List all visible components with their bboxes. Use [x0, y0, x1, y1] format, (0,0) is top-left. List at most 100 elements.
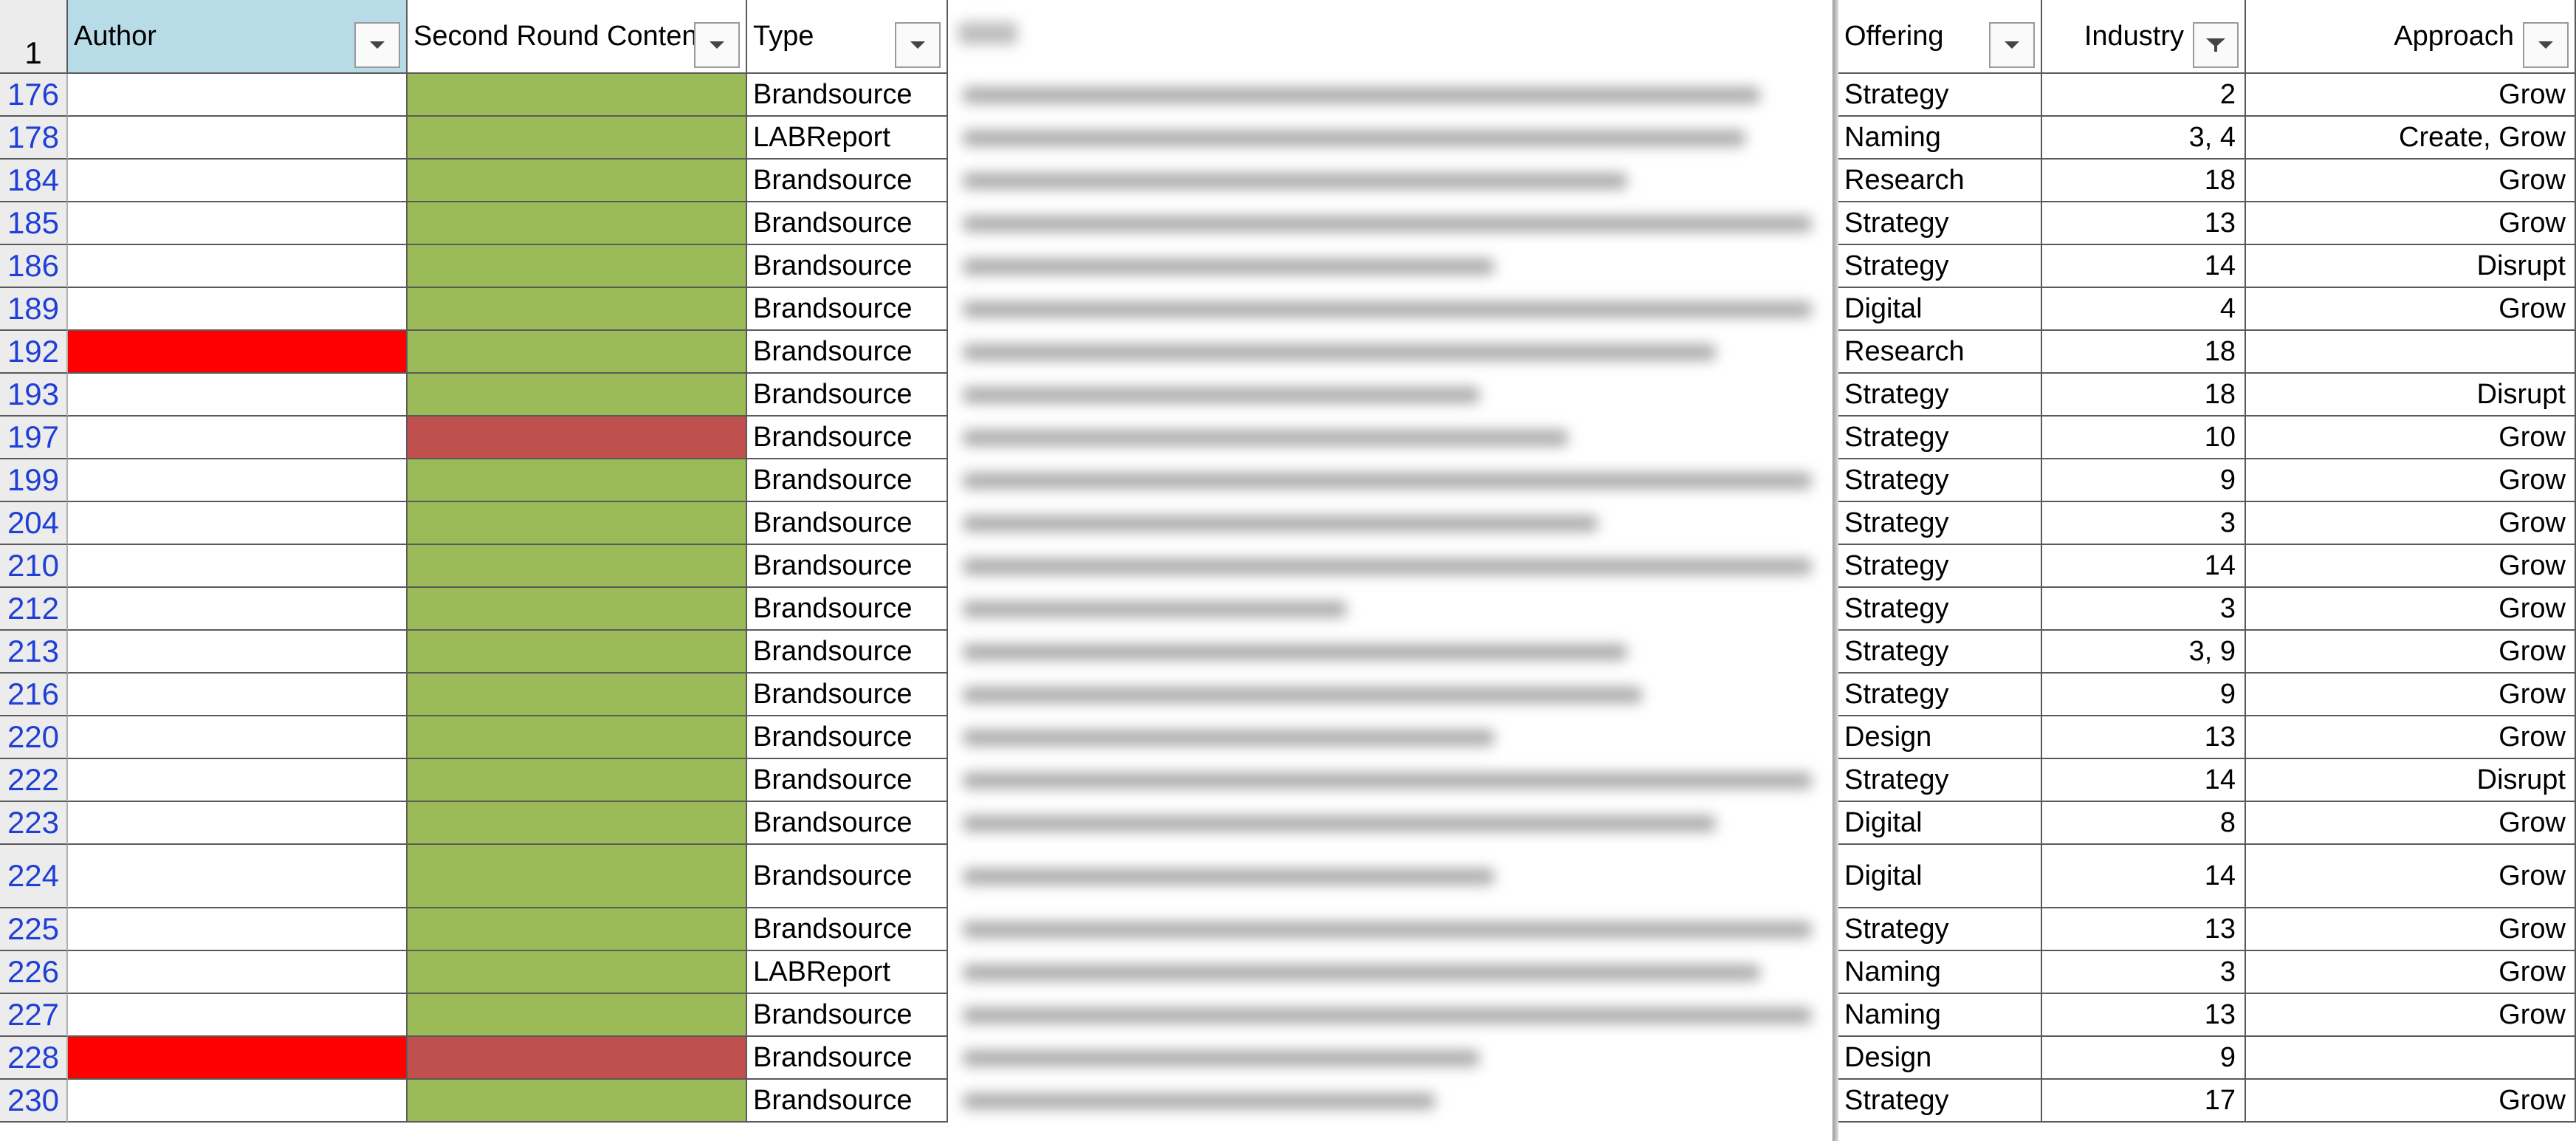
industry-cell[interactable]: 9	[2042, 1037, 2246, 1080]
approach-cell[interactable]: Grow	[2246, 951, 2576, 994]
industry-cell[interactable]: 13	[2042, 202, 2246, 245]
second-round-cell[interactable]	[408, 74, 747, 117]
industry-cell[interactable]: 18	[2042, 160, 2246, 202]
approach-cell[interactable]: Grow	[2246, 631, 2576, 674]
type-cell[interactable]: Brandsource	[747, 202, 948, 245]
row-number[interactable]: 226	[0, 951, 68, 994]
author-cell[interactable]	[68, 117, 408, 160]
second-round-cell[interactable]	[408, 716, 747, 759]
author-cell[interactable]	[68, 759, 408, 802]
offering-cell[interactable]: Design	[1838, 716, 2042, 759]
row-number[interactable]: 222	[0, 759, 68, 802]
industry-cell[interactable]: 4	[2042, 288, 2246, 331]
second-round-cell[interactable]	[408, 331, 747, 374]
offering-cell[interactable]: Digital	[1838, 288, 2042, 331]
row-number[interactable]: 220	[0, 716, 68, 759]
approach-cell[interactable]: Create, Grow	[2246, 117, 2576, 160]
industry-cell[interactable]: 14	[2042, 245, 2246, 288]
row-number[interactable]: 197	[0, 417, 68, 459]
industry-cell[interactable]: 3	[2042, 951, 2246, 994]
row-number[interactable]: 225	[0, 908, 68, 951]
industry-cell[interactable]: 3	[2042, 502, 2246, 545]
second-round-cell[interactable]	[408, 908, 747, 951]
approach-cell[interactable]	[2246, 331, 2576, 374]
row-number[interactable]: 192	[0, 331, 68, 374]
author-cell[interactable]	[68, 845, 408, 908]
author-cell[interactable]	[68, 588, 408, 631]
offering-cell[interactable]: Strategy	[1838, 545, 2042, 588]
industry-cell[interactable]: 14	[2042, 545, 2246, 588]
approach-cell[interactable]: Grow	[2246, 74, 2576, 117]
row-number[interactable]: 212	[0, 588, 68, 631]
industry-cell[interactable]: 2	[2042, 74, 2246, 117]
type-cell[interactable]: Brandsource	[747, 759, 948, 802]
industry-cell[interactable]: 9	[2042, 674, 2246, 716]
offering-cell[interactable]: Strategy	[1838, 202, 2042, 245]
type-cell[interactable]: Brandsource	[747, 417, 948, 459]
header-type[interactable]: Type	[747, 0, 948, 74]
second-round-cell[interactable]	[408, 502, 747, 545]
offering-cell[interactable]: Naming	[1838, 951, 2042, 994]
header-approach[interactable]: Approach	[2246, 0, 2576, 74]
offering-cell[interactable]: Strategy	[1838, 1080, 2042, 1123]
offering-cell[interactable]: Strategy	[1838, 245, 2042, 288]
approach-cell[interactable]: Grow	[2246, 1080, 2576, 1123]
filter-active-icon[interactable]	[2193, 22, 2239, 68]
approach-cell[interactable]: Grow	[2246, 459, 2576, 502]
offering-cell[interactable]: Research	[1838, 331, 2042, 374]
author-cell[interactable]	[68, 908, 408, 951]
second-round-cell[interactable]	[408, 1080, 747, 1123]
second-round-cell[interactable]	[408, 674, 747, 716]
second-round-cell[interactable]	[408, 631, 747, 674]
industry-cell[interactable]: 3	[2042, 588, 2246, 631]
offering-cell[interactable]: Design	[1838, 1037, 2042, 1080]
offering-cell[interactable]: Strategy	[1838, 502, 2042, 545]
approach-cell[interactable]: Grow	[2246, 716, 2576, 759]
approach-cell[interactable]: Grow	[2246, 674, 2576, 716]
industry-cell[interactable]: 18	[2042, 374, 2246, 417]
dropdown-arrow-icon[interactable]	[354, 22, 400, 68]
type-cell[interactable]: Brandsource	[747, 994, 948, 1037]
second-round-cell[interactable]	[408, 288, 747, 331]
type-cell[interactable]: LABReport	[747, 117, 948, 160]
offering-cell[interactable]: Strategy	[1838, 74, 2042, 117]
approach-cell[interactable]: Disrupt	[2246, 374, 2576, 417]
approach-cell[interactable]: Grow	[2246, 908, 2576, 951]
offering-cell[interactable]: Digital	[1838, 845, 2042, 908]
approach-cell[interactable]: Grow	[2246, 994, 2576, 1037]
row-number[interactable]: 224	[0, 845, 68, 908]
offering-cell[interactable]: Naming	[1838, 117, 2042, 160]
offering-cell[interactable]: Strategy	[1838, 759, 2042, 802]
author-cell[interactable]	[68, 459, 408, 502]
second-round-cell[interactable]	[408, 1037, 747, 1080]
row-number[interactable]: 210	[0, 545, 68, 588]
type-cell[interactable]: Brandsource	[747, 1080, 948, 1123]
second-round-cell[interactable]	[408, 994, 747, 1037]
approach-cell[interactable]: Grow	[2246, 502, 2576, 545]
type-cell[interactable]: Brandsource	[747, 716, 948, 759]
type-cell[interactable]: Brandsource	[747, 674, 948, 716]
approach-cell[interactable]: Disrupt	[2246, 245, 2576, 288]
type-cell[interactable]: Brandsource	[747, 459, 948, 502]
author-cell[interactable]	[68, 331, 408, 374]
row-number[interactable]: 178	[0, 117, 68, 160]
type-cell[interactable]: Brandsource	[747, 502, 948, 545]
second-round-cell[interactable]	[408, 545, 747, 588]
row-number[interactable]: 204	[0, 502, 68, 545]
offering-cell[interactable]: Digital	[1838, 802, 2042, 845]
row-number[interactable]: 185	[0, 202, 68, 245]
industry-cell[interactable]: 3, 4	[2042, 117, 2246, 160]
header-offering[interactable]: Offering	[1838, 0, 2042, 74]
offering-cell[interactable]: Strategy	[1838, 908, 2042, 951]
author-cell[interactable]	[68, 545, 408, 588]
industry-cell[interactable]: 13	[2042, 994, 2246, 1037]
row-number[interactable]: 199	[0, 459, 68, 502]
offering-cell[interactable]: Strategy	[1838, 674, 2042, 716]
approach-cell[interactable]: Grow	[2246, 588, 2576, 631]
author-cell[interactable]	[68, 245, 408, 288]
industry-cell[interactable]: 8	[2042, 802, 2246, 845]
header-second-round[interactable]: Second Round Content	[408, 0, 747, 74]
industry-cell[interactable]: 14	[2042, 845, 2246, 908]
industry-cell[interactable]: 18	[2042, 331, 2246, 374]
header-author[interactable]: Author	[68, 0, 408, 74]
